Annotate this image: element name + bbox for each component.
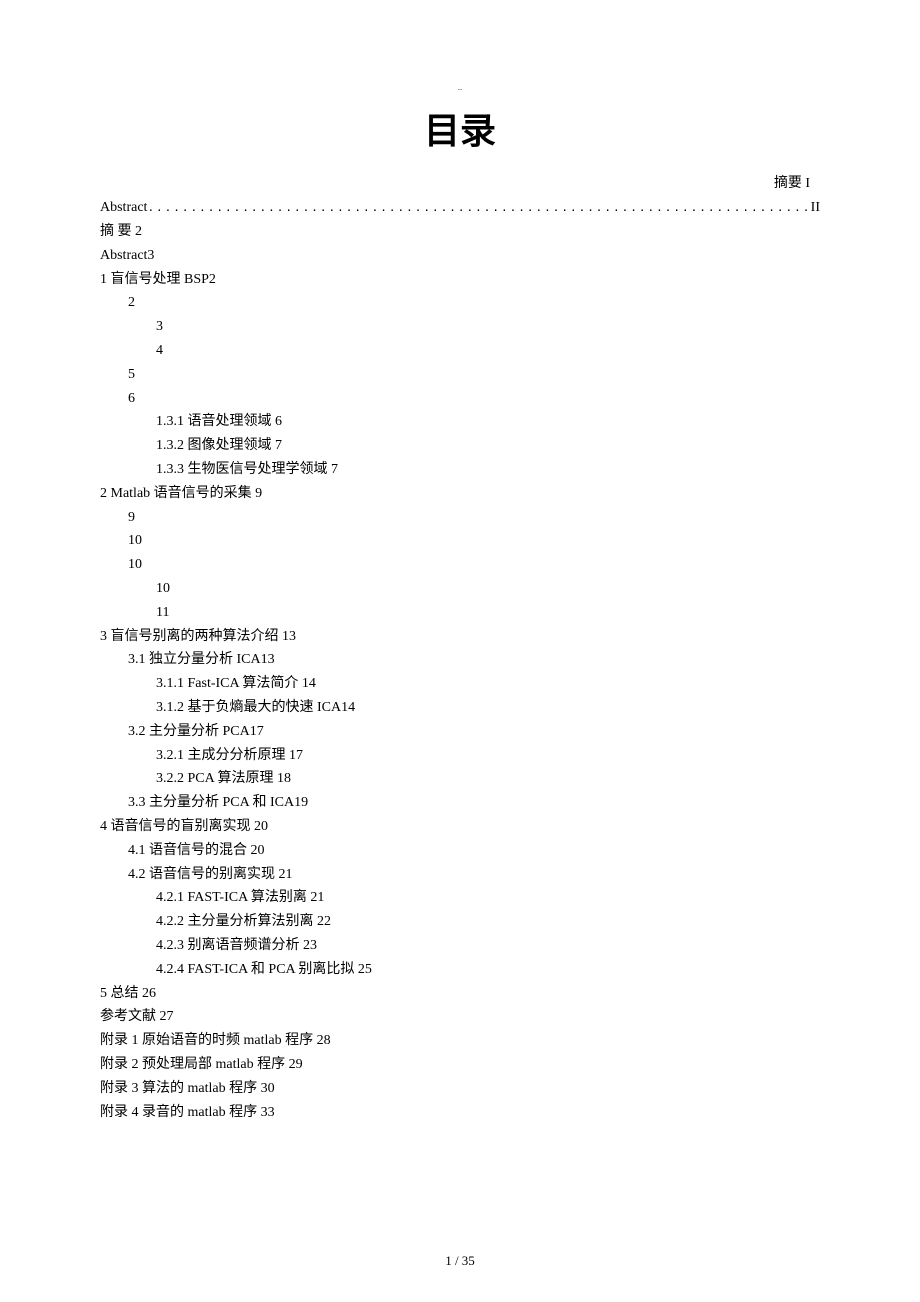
dotted-leader: ........................................…: [147, 199, 806, 218]
abstract-page: II: [807, 196, 820, 220]
toc-entry: 9: [100, 506, 820, 530]
toc-entry: 6: [100, 387, 820, 411]
toc-entry: 11: [100, 601, 820, 625]
toc-entry: 4.2.1 FAST-ICA 算法别离 21: [100, 886, 820, 910]
toc-entry: 4 语音信号的盲别离实现 20: [100, 815, 820, 839]
toc-entry: 3.1.2 基于负熵最大的快速 ICA14: [100, 696, 820, 720]
toc-entry: 3.2.1 主成分分析原理 17: [100, 744, 820, 768]
toc-entry: 1 盲信号处理 BSP2: [100, 268, 820, 292]
toc-entry: 摘 要 2: [100, 220, 820, 244]
toc-entry: 参考文献 27: [100, 1005, 820, 1029]
toc-entry: 10: [100, 553, 820, 577]
toc-entry: 3.2.2 PCA 算法原理 18: [100, 767, 820, 791]
abstract-right: 摘要 I: [100, 172, 820, 196]
toc-entry: Abstract3: [100, 244, 820, 268]
toc-entry: 附录 2 预处理局部 matlab 程序 29: [100, 1053, 820, 1077]
toc-entry: 5 总结 26: [100, 982, 820, 1006]
toc-entry: 3 盲信号别离的两种算法介绍 13: [100, 625, 820, 649]
toc-entry: 3.1 独立分量分析 ICA13: [100, 648, 820, 672]
toc-entry: 1.3.1 语音处理领域 6: [100, 410, 820, 434]
toc-entry: 1.3.2 图像处理领域 7: [100, 434, 820, 458]
toc-title: 目录: [100, 101, 820, 162]
toc-entry: 1.3.3 生物医信号处理学领域 7: [100, 458, 820, 482]
toc-entry: 4.2.3 别离语音频谱分析 23: [100, 934, 820, 958]
toc-entry: 4.2.2 主分量分析算法别离 22: [100, 910, 820, 934]
toc-entry: 3: [100, 315, 820, 339]
toc-entry: 3.1.1 Fast-ICA 算法简介 14: [100, 672, 820, 696]
toc-entry: 3.3 主分量分析 PCA 和 ICA19: [100, 791, 820, 815]
toc-entry: 10: [100, 577, 820, 601]
toc-entry: 3.2 主分量分析 PCA17: [100, 720, 820, 744]
abstract-dotted-row: Abstract ...............................…: [100, 196, 820, 220]
toc-entry: 附录 4 录音的 matlab 程序 33: [100, 1101, 820, 1125]
toc-entry: 2: [100, 291, 820, 315]
toc-entry: 4.2.4 FAST-ICA 和 PCA 别离比拟 25: [100, 958, 820, 982]
abstract-label: Abstract: [100, 196, 147, 220]
toc-entry: 5: [100, 363, 820, 387]
toc-entry: 4: [100, 339, 820, 363]
toc-entry: 4.2 语音信号的别离实现 21: [100, 863, 820, 887]
header-marker: ..: [100, 80, 820, 95]
toc-body: 摘 要 2Abstract31 盲信号处理 BSP2234561.3.1 语音处…: [100, 220, 820, 1124]
page-footer: 1 / 35: [0, 1250, 920, 1272]
toc-entry: 附录 1 原始语音的时频 matlab 程序 28: [100, 1029, 820, 1053]
toc-entry: 4.1 语音信号的混合 20: [100, 839, 820, 863]
toc-entry: 10: [100, 529, 820, 553]
toc-entry: 附录 3 算法的 matlab 程序 30: [100, 1077, 820, 1101]
toc-entry: 2 Matlab 语音信号的采集 9: [100, 482, 820, 506]
